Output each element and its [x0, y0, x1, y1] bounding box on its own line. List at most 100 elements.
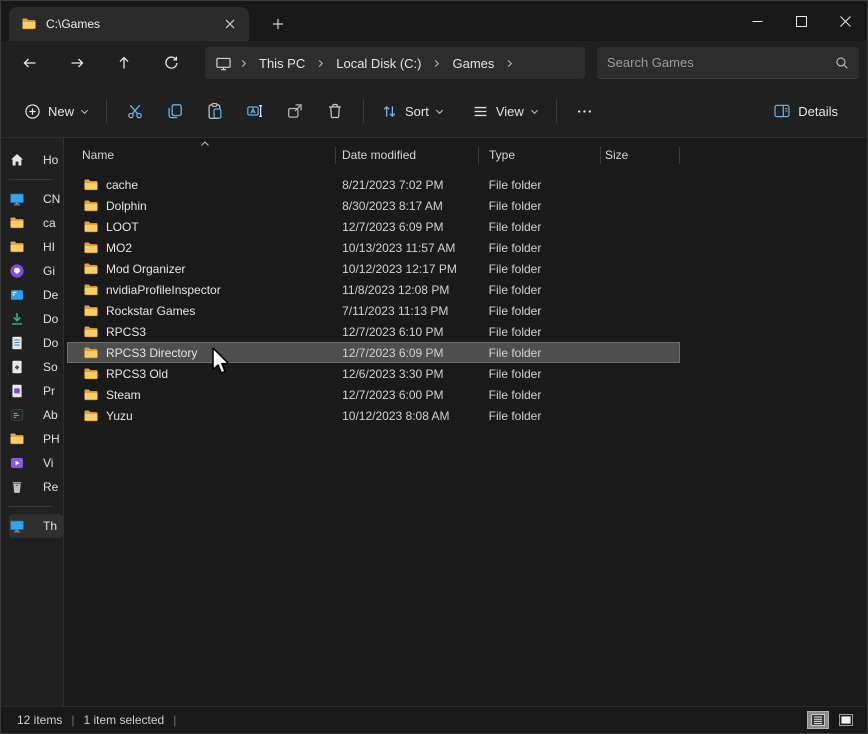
sidebar-item[interactable]: Ab: [9, 403, 63, 427]
sidebar-item[interactable]: Pr: [9, 379, 63, 403]
minimize-button[interactable]: [735, 1, 779, 41]
folder-icon: [9, 239, 25, 255]
copy-button[interactable]: [155, 93, 195, 129]
view-icon: [472, 103, 489, 120]
share-button[interactable]: [275, 93, 315, 129]
file-date-modified: 12/6/2023 3:30 PM: [336, 367, 479, 381]
column-header-size[interactable]: Size: [601, 147, 680, 164]
sidebar-item[interactable]: ca: [9, 211, 63, 235]
details-view-toggle[interactable]: [807, 711, 829, 729]
navigation-bar: This PC Local Disk (C:) Games: [1, 41, 867, 85]
sidebar-item[interactable]: CN: [9, 187, 63, 211]
home-icon: [9, 152, 25, 168]
view-button[interactable]: View: [463, 93, 548, 129]
table-row[interactable]: LOOT 12/7/2023 6:09 PM File folder: [67, 216, 680, 237]
monitor-icon: [9, 191, 25, 207]
breadcrumb-games[interactable]: Games: [444, 53, 502, 74]
file-name: RPCS3: [106, 325, 146, 339]
share-icon: [286, 102, 304, 120]
folder-icon: [83, 303, 99, 319]
shortcut-icon: [9, 359, 25, 375]
folder-icon: [9, 215, 25, 231]
table-row[interactable]: cache 8/21/2023 7:02 PM File folder: [67, 174, 680, 195]
file-date-modified: 12/7/2023 6:10 PM: [336, 325, 479, 339]
table-row[interactable]: RPCS3 Directory 12/7/2023 6:09 PM File f…: [67, 342, 680, 363]
toolbar-divider: [363, 99, 364, 123]
maximize-button[interactable]: [779, 1, 823, 41]
more-options-button[interactable]: [565, 93, 605, 129]
cut-button[interactable]: [115, 93, 155, 129]
rename-button[interactable]: [235, 93, 275, 129]
search-input[interactable]: [607, 55, 835, 70]
details-pane-label: Details: [798, 104, 838, 119]
terminal-icon: [9, 407, 25, 423]
tab-cgames[interactable]: C:\Games: [9, 7, 249, 41]
sidebar-divider: [9, 179, 53, 180]
table-row[interactable]: MO2 10/13/2023 11:57 AM File folder: [67, 237, 680, 258]
breadcrumb-local-disk-c[interactable]: Local Disk (C:): [328, 53, 429, 74]
sidebar-item[interactable]: De: [9, 283, 63, 307]
sidebar-item[interactable]: Ho: [9, 148, 63, 172]
status-divider: |: [173, 713, 176, 727]
sidebar-item[interactable]: Do: [9, 307, 63, 331]
explorer-body: Ho CN ca HI Gi: [1, 138, 867, 706]
folder-icon: [83, 282, 99, 298]
sidebar-item[interactable]: Re: [9, 475, 63, 499]
large-icons-view-toggle[interactable]: [835, 711, 857, 729]
sidebar-item[interactable]: So: [9, 355, 63, 379]
document-icon: [9, 335, 25, 351]
search-icon[interactable]: [835, 56, 849, 70]
sidebar-item[interactable]: PH: [9, 427, 63, 451]
table-row[interactable]: RPCS3 Old 12/6/2023 3:30 PM File folder: [67, 363, 680, 384]
new-tab-button[interactable]: [263, 9, 293, 39]
column-header-type[interactable]: Type: [479, 147, 601, 164]
table-row[interactable]: Dolphin 8/30/2023 8:17 AM File folder: [67, 195, 680, 216]
file-date-modified: 10/12/2023 12:17 PM: [336, 262, 479, 276]
table-row[interactable]: Steam 12/7/2023 6:00 PM File folder: [67, 384, 680, 405]
paste-button[interactable]: [195, 93, 235, 129]
breadcrumb-this-pc[interactable]: This PC: [251, 53, 313, 74]
forward-button[interactable]: [60, 47, 94, 79]
folder-icon: [83, 177, 99, 193]
back-button[interactable]: [13, 47, 47, 79]
navigation-sidebar: Ho CN ca HI Gi: [1, 138, 64, 706]
refresh-button[interactable]: [154, 47, 188, 79]
table-row[interactable]: RPCS3 12/7/2023 6:10 PM File folder: [67, 321, 680, 342]
file-date-modified: 12/7/2023 6:09 PM: [336, 346, 479, 360]
table-row[interactable]: Mod Organizer 10/12/2023 12:17 PM File f…: [67, 258, 680, 279]
folder-icon: [83, 345, 99, 361]
file-explorer-window: C:\Games: [0, 0, 868, 734]
title-bar: C:\Games: [1, 1, 867, 41]
up-button[interactable]: [107, 47, 141, 79]
close-button[interactable]: [823, 1, 867, 41]
column-header-name[interactable]: Name: [64, 147, 336, 164]
details-pane-button[interactable]: Details: [764, 93, 853, 129]
file-name: Dolphin: [106, 199, 147, 213]
folder-icon: [83, 387, 99, 403]
sidebar-item[interactable]: HI: [9, 235, 63, 259]
new-button[interactable]: New: [15, 93, 98, 129]
sidebar-item[interactable]: Do: [9, 331, 63, 355]
breadcrumb: This PC Local Disk (C:) Games: [205, 47, 585, 79]
properties-icon: [9, 383, 25, 399]
sidebar-item[interactable]: Th: [9, 514, 63, 538]
item-count: 12 items: [17, 713, 62, 727]
delete-button[interactable]: [315, 93, 355, 129]
rename-icon: [246, 102, 264, 120]
folder-icon: [83, 366, 99, 382]
new-button-label: New: [48, 104, 74, 119]
sidebar-item[interactable]: Vi: [9, 451, 63, 475]
file-list-pane: Name Date modified Type Size cache: [64, 138, 867, 706]
column-header-date-modified[interactable]: Date modified: [336, 147, 479, 164]
table-row[interactable]: Rockstar Games 7/11/2023 11:13 PM File f…: [67, 300, 680, 321]
folder-icon: [83, 324, 99, 340]
table-row[interactable]: nvidiaProfileInspector 11/8/2023 12:08 P…: [67, 279, 680, 300]
table-row[interactable]: Yuzu 10/12/2023 8:08 AM File folder: [67, 405, 680, 426]
toolbar-divider: [106, 99, 107, 123]
desktop-icon: [9, 287, 25, 303]
sort-button[interactable]: Sort: [372, 93, 453, 129]
search-box: [597, 47, 859, 79]
chevron-right-icon: [236, 59, 251, 68]
tab-close-button[interactable]: [219, 13, 241, 35]
sidebar-item[interactable]: Gi: [9, 259, 63, 283]
